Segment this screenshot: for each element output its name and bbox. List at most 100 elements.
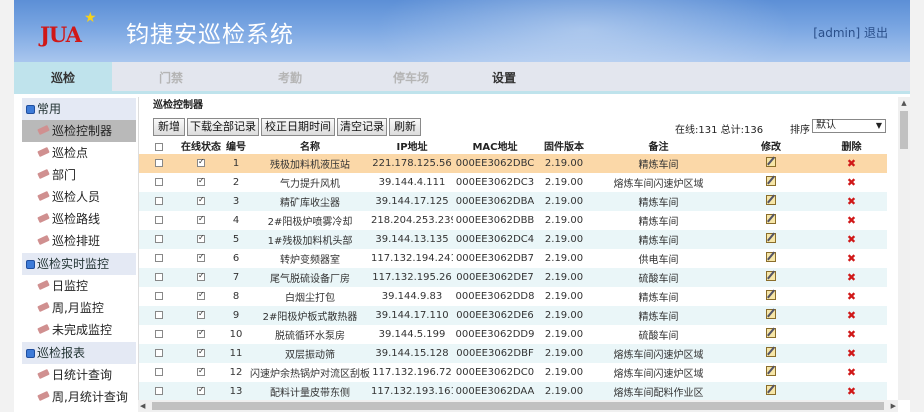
delete-icon[interactable]: ✖	[847, 195, 856, 208]
row-select[interactable]	[139, 154, 179, 173]
nav-tab-attendance[interactable]: 考勤	[230, 62, 350, 94]
row-checkbox[interactable]	[155, 273, 163, 281]
sidebar-group-common[interactable]: 常用	[22, 98, 136, 120]
horizontal-scrollbar[interactable]: ◀ ▶	[138, 400, 898, 412]
table-row[interactable]: 2气力提升风机39.144.4.111000EE3062DC32.19.00熔炼…	[139, 173, 887, 192]
edit-icon[interactable]	[766, 385, 776, 395]
scroll-up-icon[interactable]: ▲	[898, 97, 910, 109]
row-select[interactable]	[139, 173, 179, 192]
delete-icon[interactable]: ✖	[847, 385, 856, 398]
delete-icon[interactable]: ✖	[847, 347, 856, 360]
clear-records-button[interactable]: 清空记录	[337, 118, 387, 136]
edit-icon[interactable]	[766, 252, 776, 262]
table-row[interactable]: 42#阳极炉喷雾冷却218.204.253.239000EE3062DBB2.1…	[139, 211, 887, 230]
sidebar-item-daily-monitor[interactable]: 日监控	[22, 275, 136, 297]
row-checkbox[interactable]	[155, 216, 163, 224]
scroll-right-icon[interactable]: ▶	[891, 400, 896, 412]
nav-tab-parking[interactable]: 停车场	[350, 62, 472, 94]
edit-icon[interactable]	[766, 347, 776, 357]
row-select[interactable]	[139, 325, 179, 344]
sidebar-item-inspector[interactable]: 巡检人员	[22, 186, 136, 208]
row-select[interactable]	[139, 287, 179, 306]
table-row[interactable]: 13配料计量皮带东侧117.132.193.161000EE3062DAA2.1…	[139, 382, 887, 401]
row-select[interactable]	[139, 268, 179, 287]
table-row[interactable]: 1残极加料机液压站221.178.125.56000EE3062DBC2.19.…	[139, 154, 887, 173]
edit-icon[interactable]	[766, 290, 776, 300]
refresh-button[interactable]: 刷新	[389, 118, 421, 136]
add-button[interactable]: 新增	[153, 118, 185, 136]
logout-link[interactable]: 退出	[864, 26, 888, 40]
table-row[interactable]: 12闪速炉余热锅炉对流区刮板117.132.196.72000EE3062DC0…	[139, 363, 887, 382]
delete-icon[interactable]: ✖	[847, 176, 856, 189]
table-row[interactable]: 7尾气脱硫设备厂房117.132.195.26000EE3062DE72.19.…	[139, 268, 887, 287]
sync-time-button[interactable]: 校正日期时间	[261, 118, 335, 136]
delete-icon[interactable]: ✖	[847, 252, 856, 265]
row-checkbox[interactable]	[155, 159, 163, 167]
edit-icon[interactable]	[766, 157, 776, 167]
sidebar-item-checkpoint[interactable]: 巡检点	[22, 142, 136, 164]
delete-icon[interactable]: ✖	[847, 233, 856, 246]
sidebar-item-weekly-report[interactable]: 周,月统计查询	[22, 386, 136, 408]
row-select[interactable]	[139, 192, 179, 211]
table-row[interactable]: 6转炉变频器室117.132.194.241000EE3062DB72.19.0…	[139, 249, 887, 268]
edit-icon[interactable]	[766, 309, 776, 319]
download-all-button[interactable]: 下载全部记录	[187, 118, 259, 136]
scroll-thumb-horizontal[interactable]	[152, 402, 884, 410]
row-checkbox[interactable]	[155, 330, 163, 338]
row-select[interactable]	[139, 230, 179, 249]
row-select[interactable]	[139, 382, 179, 401]
select-all-header[interactable]	[139, 141, 179, 154]
row-checkbox[interactable]	[155, 311, 163, 319]
sidebar-group-realtime[interactable]: 巡检实时监控	[22, 253, 136, 275]
table-row[interactable]: 92#阳极炉板式散热器39.144.17.110000EE3062DE62.19…	[139, 306, 887, 325]
select-all-checkbox[interactable]	[155, 143, 163, 151]
sidebar-item-department[interactable]: 部门	[22, 164, 136, 186]
edit-icon[interactable]	[766, 233, 776, 243]
row-select[interactable]	[139, 363, 179, 382]
row-checkbox[interactable]	[155, 387, 163, 395]
edit-icon[interactable]	[766, 176, 776, 186]
delete-icon[interactable]: ✖	[847, 214, 856, 227]
table-row[interactable]: 11双层振动筛39.144.15.128000EE3062DBF2.19.00熔…	[139, 344, 887, 363]
edit-icon[interactable]	[766, 366, 776, 376]
delete-icon[interactable]: ✖	[847, 157, 856, 170]
nav-tab-access[interactable]: 门禁	[112, 62, 230, 94]
row-select[interactable]	[139, 249, 179, 268]
scroll-left-icon[interactable]: ◀	[140, 400, 145, 412]
row-checkbox[interactable]	[155, 292, 163, 300]
table-row[interactable]: 3精矿库收尘器39.144.17.125000EE3062DBA2.19.00精…	[139, 192, 887, 211]
row-checkbox[interactable]	[155, 368, 163, 376]
sort-select[interactable]: 默认 ▼	[812, 119, 886, 133]
sidebar-item-route[interactable]: 巡检路线	[22, 208, 136, 230]
table-row[interactable]: 10脱硫循环水泵房39.144.5.199000EE3062DD92.19.00…	[139, 325, 887, 344]
delete-icon[interactable]: ✖	[847, 309, 856, 322]
row-checkbox[interactable]	[155, 254, 163, 262]
nav-tab-patrol[interactable]: 巡检	[14, 62, 112, 94]
row-checkbox[interactable]	[155, 235, 163, 243]
delete-icon[interactable]: ✖	[847, 366, 856, 379]
row-checkbox[interactable]	[155, 178, 163, 186]
nav-tab-settings[interactable]: 设置	[472, 62, 536, 94]
sidebar-item-schedule[interactable]: 巡检排班	[22, 230, 136, 252]
delete-icon[interactable]: ✖	[847, 271, 856, 284]
edit-icon[interactable]	[766, 195, 776, 205]
sidebar-item-controller[interactable]: 巡检控制器	[22, 120, 136, 142]
row-select[interactable]	[139, 306, 179, 325]
sidebar-item-daily-report[interactable]: 日统计查询	[22, 364, 136, 386]
row-checkbox[interactable]	[155, 197, 163, 205]
vertical-scrollbar[interactable]: ▲	[898, 97, 910, 400]
edit-icon[interactable]	[766, 214, 776, 224]
sidebar-item-incomplete-monitor[interactable]: 未完成监控	[22, 319, 136, 341]
row-checkbox[interactable]	[155, 349, 163, 357]
delete-icon[interactable]: ✖	[847, 328, 856, 341]
edit-icon[interactable]	[766, 271, 776, 281]
row-select[interactable]	[139, 344, 179, 363]
sidebar-item-weekly-monitor[interactable]: 周,月监控	[22, 297, 136, 319]
table-row[interactable]: 51#残极加料机头部39.144.13.135000EE3062DC42.19.…	[139, 230, 887, 249]
delete-icon[interactable]: ✖	[847, 290, 856, 303]
edit-icon[interactable]	[766, 328, 776, 338]
sidebar-group-report[interactable]: 巡检报表	[22, 342, 136, 364]
row-select[interactable]	[139, 211, 179, 230]
scroll-thumb[interactable]	[900, 111, 908, 149]
table-row[interactable]: 8白烟尘打包39.144.9.83000EE3062DD82.19.00精炼车间…	[139, 287, 887, 306]
